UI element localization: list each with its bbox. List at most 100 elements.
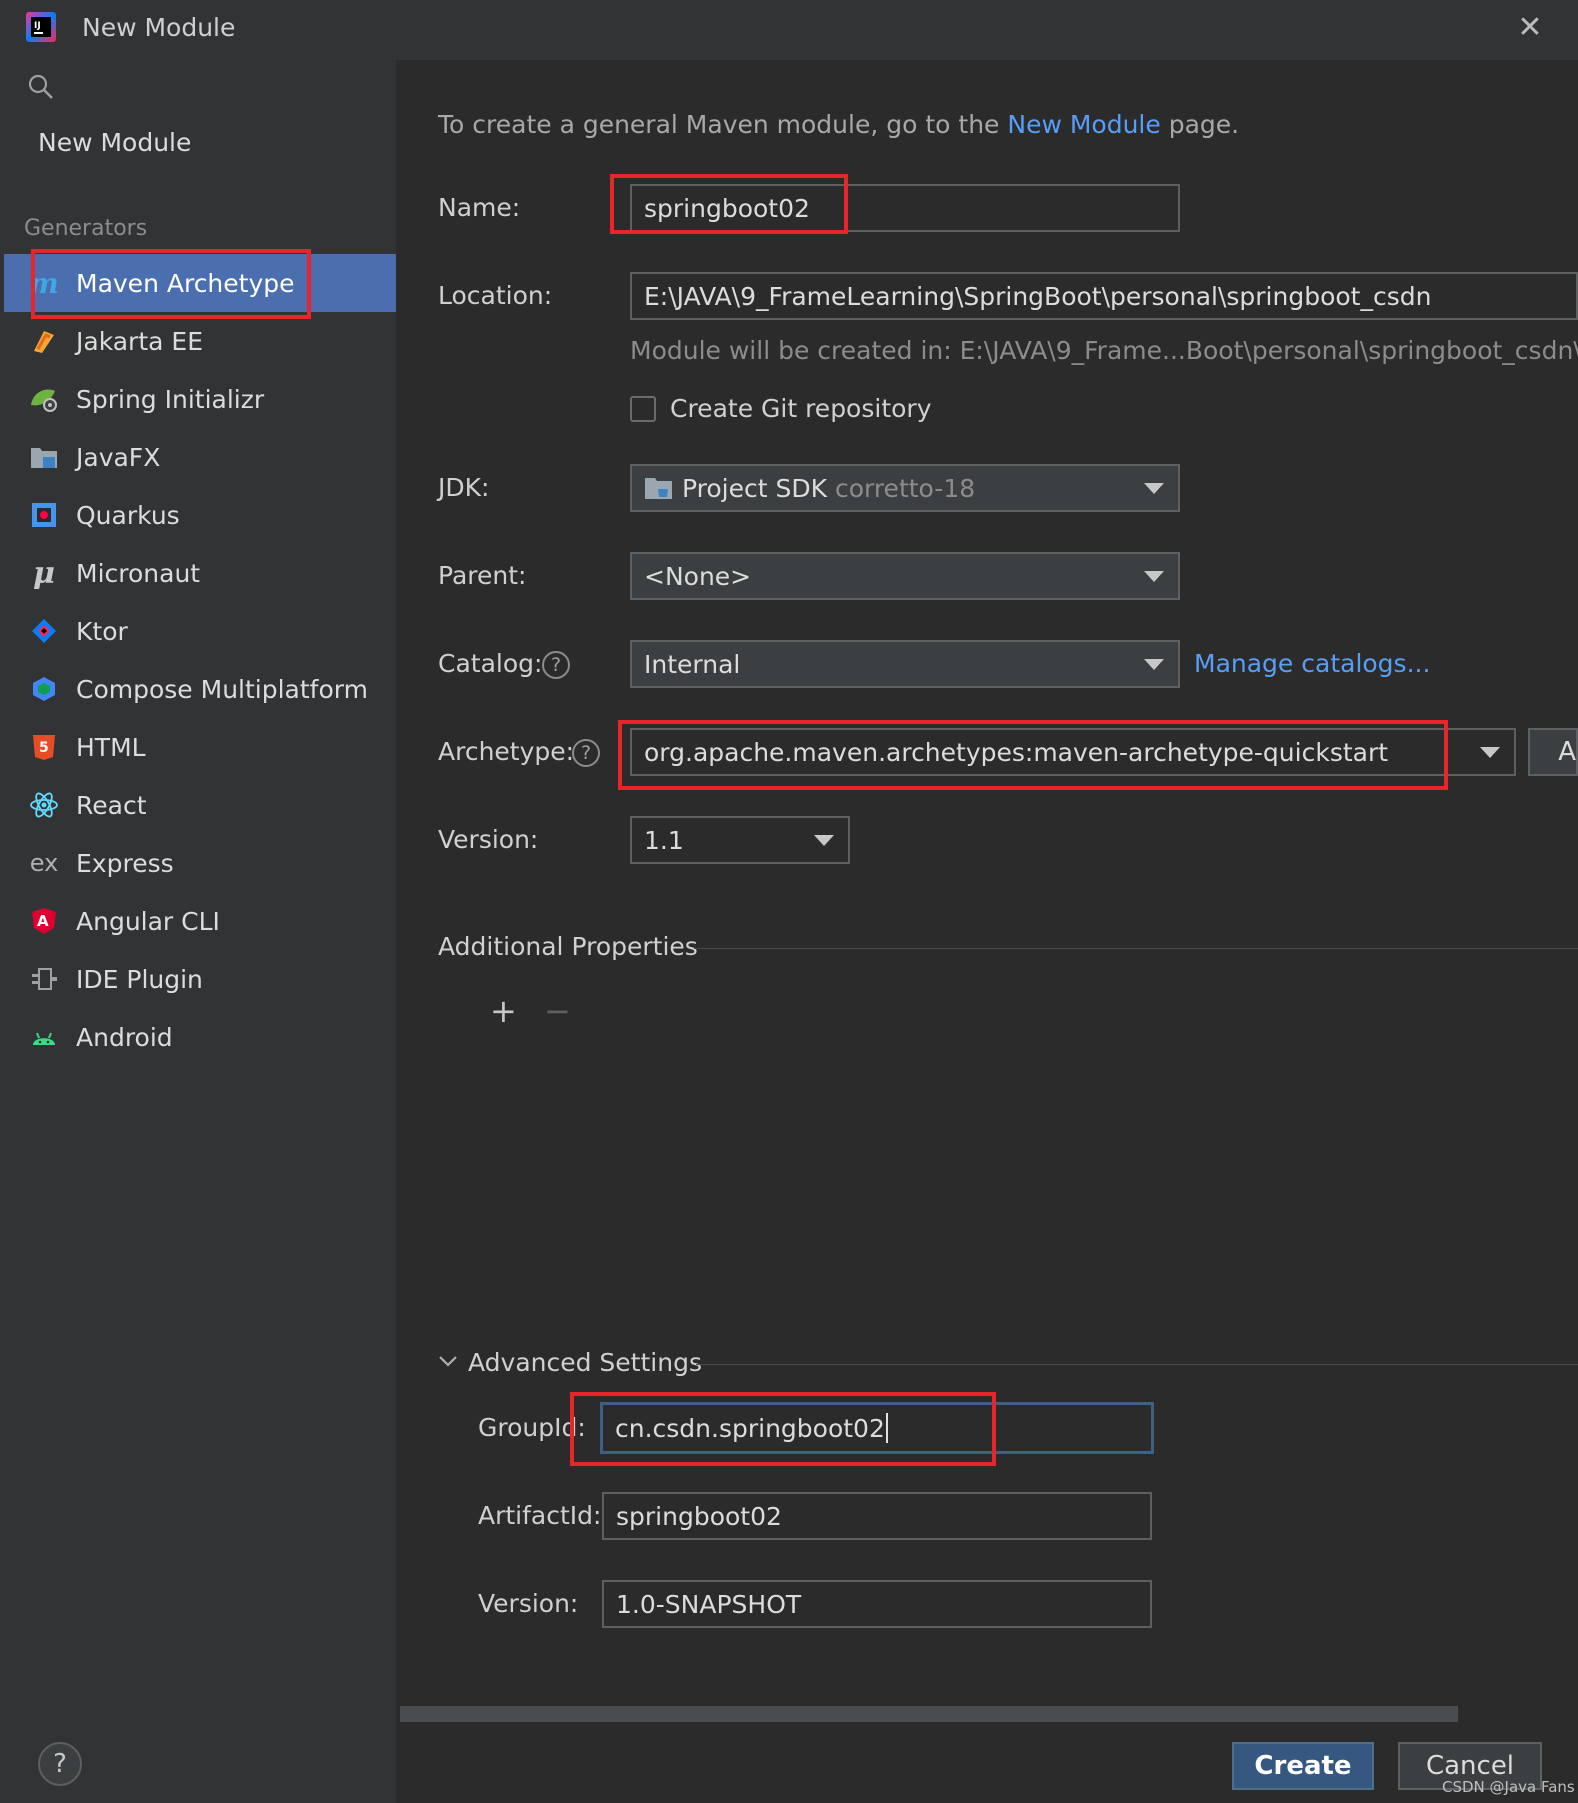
version-label: Version: xyxy=(438,825,539,854)
advanced-version-label: Version: xyxy=(478,1589,579,1618)
advanced-settings-divider xyxy=(696,1364,1578,1365)
groupid-field[interactable]: cn.csdn.springboot02 xyxy=(600,1402,1154,1454)
catalog-help-icon[interactable]: ? xyxy=(542,651,570,679)
sidebar-item-label: Quarkus xyxy=(76,500,180,530)
sidebar-item-spring-initializr[interactable]: Spring Initializr xyxy=(4,370,396,428)
archetype-label: Archetype: xyxy=(438,737,575,766)
add-property-button[interactable]: + xyxy=(490,992,517,1030)
sdk-folder-icon xyxy=(645,478,672,499)
new-module-link[interactable]: New Module xyxy=(1007,110,1160,139)
sidebar-item-label: Android xyxy=(76,1022,173,1052)
text-cursor xyxy=(885,1413,888,1443)
add-archetype-button[interactable]: A xyxy=(1528,728,1578,776)
sidebar-item-label: Ktor xyxy=(76,616,128,646)
catalog-value: Internal xyxy=(644,649,741,679)
jdk-value: Project SDK xyxy=(682,473,827,503)
sidebar-item-ide-plugin[interactable]: IDE Plugin xyxy=(4,950,396,1008)
chevron-down-icon xyxy=(1144,571,1164,582)
sidebar-item-label: Angular CLI xyxy=(76,906,220,936)
svg-text:5: 5 xyxy=(39,740,49,756)
maven-icon: m xyxy=(29,266,59,300)
sidebar-item-label: Express xyxy=(76,848,174,878)
micronaut-icon: μ xyxy=(33,555,55,591)
location-field[interactable]: E:\JAVA\9_FrameLearning\SpringBoot\perso… xyxy=(630,272,1578,320)
svg-text:IJ: IJ xyxy=(34,21,41,31)
artifactid-label: ArtifactId: xyxy=(478,1501,602,1530)
horizontal-scrollbar[interactable] xyxy=(400,1706,1458,1722)
additional-properties-divider xyxy=(694,948,1578,949)
compose-icon xyxy=(26,671,62,707)
sidebar-item-label: Micronaut xyxy=(76,558,201,588)
title-bar xyxy=(0,0,1578,60)
groupid-value: cn.csdn.springboot02 xyxy=(615,1413,885,1443)
chevron-down-icon xyxy=(1144,483,1164,494)
artifactid-field[interactable]: springboot02 xyxy=(602,1492,1152,1540)
chevron-down-icon xyxy=(1480,747,1500,758)
ide-plugin-icon xyxy=(26,961,62,997)
parent-value: <None> xyxy=(644,561,752,591)
info-message: To create a general Maven module, go to … xyxy=(438,110,1239,139)
location-hint: Module will be created in: E:\JAVA\9_Fra… xyxy=(630,336,1578,365)
location-label: Location: xyxy=(438,281,553,310)
sidebar-item-label: React xyxy=(76,790,147,820)
intellij-app-icon: IJ xyxy=(26,12,56,42)
window-title: New Module xyxy=(82,13,236,42)
sidebar-item-html[interactable]: 5 HTML xyxy=(4,718,396,776)
close-icon[interactable]: ✕ xyxy=(1512,10,1548,46)
archetype-value: org.apache.maven.archetypes:maven-archet… xyxy=(644,737,1389,767)
search-icon[interactable] xyxy=(26,72,56,102)
ktor-icon xyxy=(26,613,62,649)
jdk-combo[interactable]: Project SDK corretto-18 xyxy=(630,464,1180,512)
create-button[interactable]: Create xyxy=(1232,1742,1374,1790)
sidebar-item-angular-cli[interactable]: A Angular CLI xyxy=(4,892,396,950)
catalog-label: Catalog: xyxy=(438,649,543,678)
watermark: CSDN @Java Fans xyxy=(1442,1778,1575,1796)
angular-icon: A xyxy=(26,903,62,939)
advanced-version-field[interactable]: 1.0-SNAPSHOT xyxy=(602,1580,1152,1628)
jdk-label: JDK: xyxy=(438,473,490,502)
sidebar-item-android[interactable]: Android xyxy=(4,1008,396,1066)
archetype-help-icon[interactable]: ? xyxy=(572,739,600,767)
chevron-down-icon xyxy=(1144,659,1164,670)
version-value: 1.1 xyxy=(644,825,684,855)
sidebar-item-react[interactable]: React xyxy=(4,776,396,834)
create-git-checkbox[interactable] xyxy=(630,396,656,422)
sidebar-item-label: Compose Multiplatform xyxy=(76,674,368,704)
sidebar-item-maven-archetype[interactable]: m Maven Archetype xyxy=(4,254,396,312)
remove-property-button[interactable]: − xyxy=(544,992,571,1030)
additional-properties-title: Additional Properties xyxy=(438,932,698,961)
sidebar-item-jakarta-ee[interactable]: Jakarta EE xyxy=(4,312,396,370)
sidebar-item-label: Jakarta EE xyxy=(76,326,203,356)
html5-icon: 5 xyxy=(26,729,62,765)
javafx-icon xyxy=(26,439,62,475)
generators-section-label: Generators xyxy=(24,216,148,241)
sidebar-item-express[interactable]: ex Express xyxy=(4,834,396,892)
version-combo[interactable]: 1.1 xyxy=(630,816,850,864)
sidebar-item-compose-multiplatform[interactable]: Compose Multiplatform xyxy=(4,660,396,718)
manage-catalogs-link[interactable]: Manage catalogs... xyxy=(1194,649,1430,678)
android-icon xyxy=(26,1019,62,1055)
archetype-combo[interactable]: org.apache.maven.archetypes:maven-archet… xyxy=(630,728,1516,776)
sidebar-item-label: Spring Initializr xyxy=(76,384,265,414)
jakarta-icon xyxy=(26,323,62,359)
create-git-label[interactable]: Create Git repository xyxy=(670,394,932,423)
svg-text:A: A xyxy=(37,912,49,930)
catalog-combo[interactable]: Internal xyxy=(630,640,1180,688)
name-field[interactable]: springboot02 xyxy=(630,184,1180,232)
help-button[interactable]: ? xyxy=(38,1742,82,1786)
sidebar-item-quarkus[interactable]: Quarkus xyxy=(4,486,396,544)
groupid-label: GroupId: xyxy=(478,1413,586,1442)
sidebar-item-javafx[interactable]: JavaFX xyxy=(4,428,396,486)
parent-combo[interactable]: <None> xyxy=(630,552,1180,600)
jdk-version: corretto-18 xyxy=(834,473,976,503)
spring-icon xyxy=(26,381,62,417)
sidebar-item-ktor[interactable]: Ktor xyxy=(4,602,396,660)
sidebar-item-new-module[interactable]: New Module xyxy=(38,128,191,157)
quarkus-icon xyxy=(26,497,62,533)
sidebar-item-label: HTML xyxy=(76,732,146,762)
chevron-down-icon[interactable] xyxy=(438,1354,458,1368)
info-prefix: To create a general Maven module, go to … xyxy=(438,110,1008,139)
advanced-settings-title[interactable]: Advanced Settings xyxy=(468,1348,702,1377)
sidebar-item-label: Maven Archetype xyxy=(76,268,295,298)
sidebar-item-micronaut[interactable]: μ Micronaut xyxy=(4,544,396,602)
